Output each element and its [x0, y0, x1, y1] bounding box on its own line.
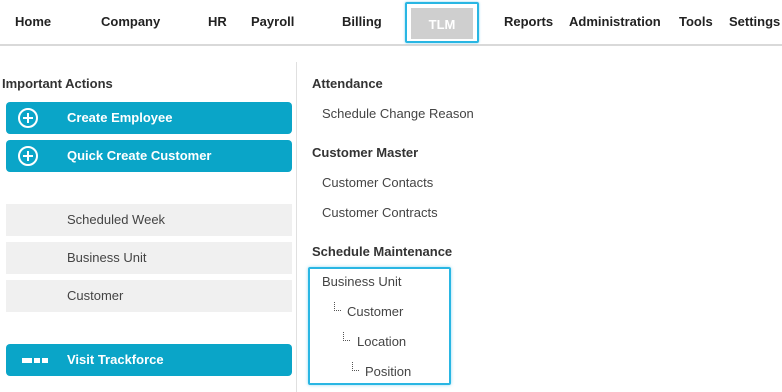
nav-settings[interactable]: Settings: [729, 0, 780, 44]
quick-create-customer-button[interactable]: Quick Create Customer: [6, 140, 292, 172]
quick-link-business-unit[interactable]: Business Unit: [6, 242, 292, 274]
trackforce-logo-icon: [22, 358, 48, 363]
create-employee-label: Create Employee: [67, 110, 173, 125]
nav-payroll[interactable]: Payroll: [251, 0, 294, 44]
visit-trackforce-button[interactable]: Visit Trackforce: [6, 344, 292, 376]
tree-connector-icon: [343, 332, 350, 341]
nav-hr[interactable]: HR: [208, 0, 227, 44]
plus-circle-icon: [18, 108, 38, 128]
quick-create-customer-label: Quick Create Customer: [67, 148, 212, 163]
tree-connector-icon: [352, 362, 359, 371]
quick-link-label: Scheduled Week: [67, 212, 166, 227]
nav-administration[interactable]: Administration: [569, 0, 661, 44]
nav-tlm-active[interactable]: TLM: [405, 2, 479, 43]
nav-home[interactable]: Home: [15, 0, 51, 44]
link-schedule-change-reason[interactable]: Schedule Change Reason: [322, 106, 474, 121]
important-actions-title: Important Actions: [2, 76, 113, 91]
tree-link-location[interactable]: Location: [357, 334, 406, 349]
visit-trackforce-label: Visit Trackforce: [67, 352, 164, 367]
nav-billing[interactable]: Billing: [342, 0, 382, 44]
nav-tools[interactable]: Tools: [679, 0, 713, 44]
plus-circle-icon: [18, 146, 38, 166]
top-navigation: Home Company HR Payroll Billing TLM Repo…: [0, 0, 782, 46]
section-title-customer-master: Customer Master: [312, 145, 419, 160]
column-divider: [296, 62, 297, 392]
tree-link-position[interactable]: Position: [365, 364, 411, 379]
tree-link-customer[interactable]: Customer: [347, 304, 403, 319]
section-title-attendance: Attendance: [312, 76, 383, 91]
link-customer-contracts[interactable]: Customer Contracts: [322, 205, 438, 220]
quick-link-scheduled-week[interactable]: Scheduled Week: [6, 204, 292, 236]
nav-reports[interactable]: Reports: [504, 0, 553, 44]
create-employee-button[interactable]: Create Employee: [6, 102, 292, 134]
nav-tlm-label: TLM: [428, 17, 456, 32]
link-customer-contacts[interactable]: Customer Contacts: [322, 175, 433, 190]
section-title-schedule-maintenance: Schedule Maintenance: [312, 244, 453, 259]
quick-link-label: Customer: [67, 288, 124, 303]
quick-link-customer[interactable]: Customer: [6, 280, 292, 312]
tree-connector-icon: [334, 302, 341, 311]
quick-link-label: Business Unit: [67, 250, 147, 265]
nav-company[interactable]: Company: [101, 0, 160, 44]
tree-link-business-unit[interactable]: Business Unit: [322, 274, 401, 289]
